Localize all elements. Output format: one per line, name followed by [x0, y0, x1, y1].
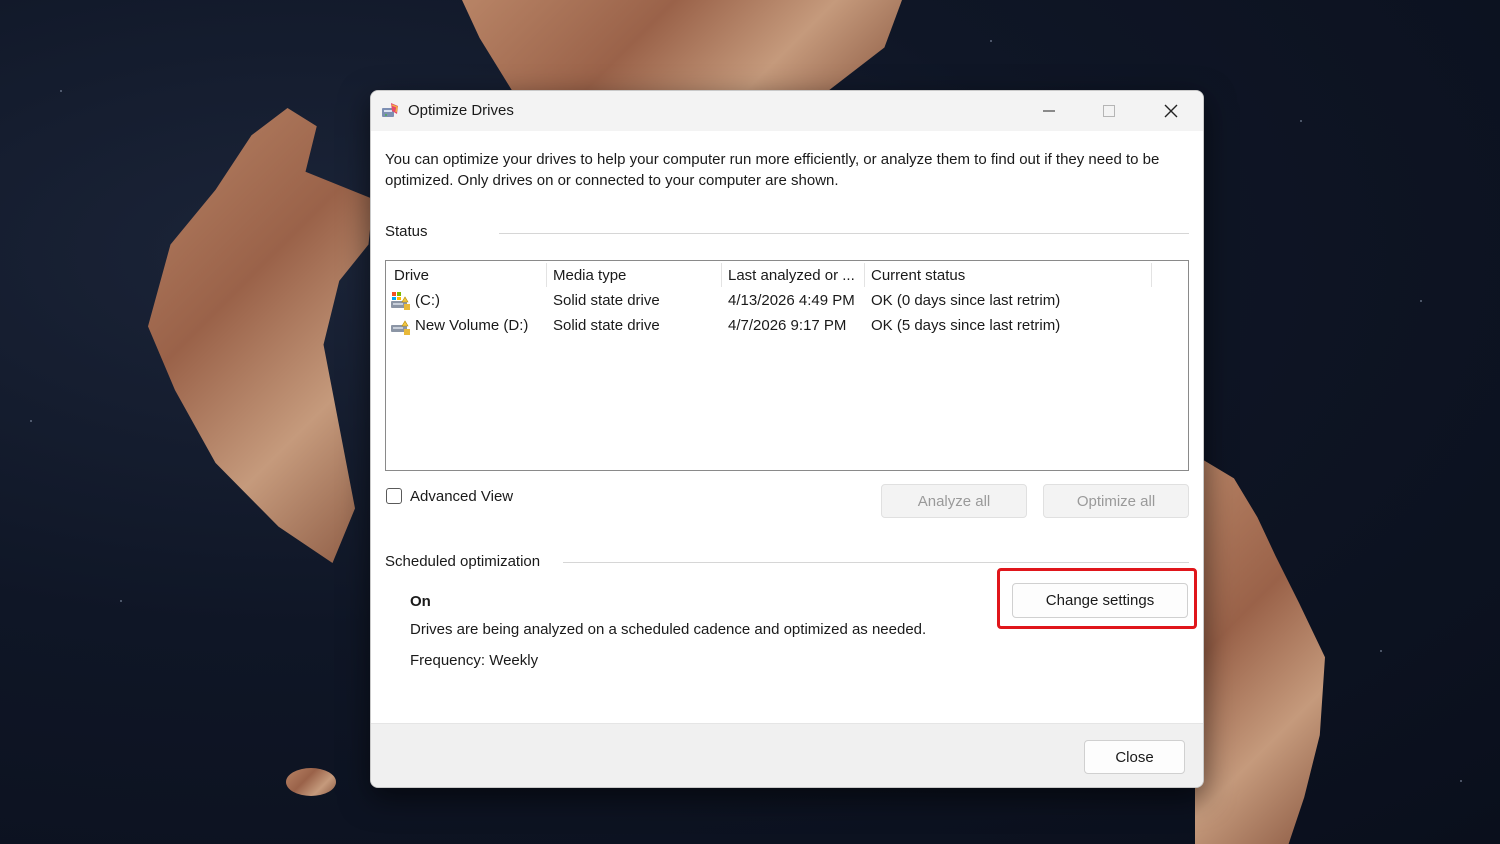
advanced-view-checkbox[interactable]: [386, 488, 402, 504]
status-group-label: Status: [385, 223, 428, 240]
close-window-button[interactable]: [1141, 91, 1201, 131]
optimize-drives-app-icon: [382, 103, 398, 117]
island-image: [286, 768, 336, 796]
island-image: [462, 0, 902, 95]
drive-row[interactable]: New Volume (D:) Solid state drive 4/7/20…: [386, 314, 1186, 339]
drive-icon: [391, 320, 410, 335]
schedule-state: On: [410, 593, 431, 610]
close-icon: [1164, 104, 1178, 118]
drives-list-header: Drive Media type Last analyzed or ... Cu…: [386, 261, 1186, 289]
status-divider: [499, 233, 1189, 234]
scheduled-optimization-label: Scheduled optimization: [385, 553, 541, 570]
scheduled-divider: [563, 562, 1189, 563]
schedule-frequency: Frequency: Weekly: [410, 652, 539, 669]
island-image: [148, 108, 373, 563]
column-separator[interactable]: [546, 263, 547, 287]
optimize-drives-window: Optimize Drives You can optimize your dr…: [370, 90, 1204, 788]
column-header-media-type[interactable]: Media type: [553, 267, 626, 284]
drive-name: New Volume (D:): [415, 317, 529, 334]
current-status: OK (5 days since last retrim): [871, 317, 1061, 334]
maximize-button[interactable]: [1079, 91, 1139, 131]
close-button[interactable]: Close: [1084, 740, 1185, 774]
advanced-view-label[interactable]: Advanced View: [410, 488, 513, 505]
last-analyzed: 4/13/2026 4:49 PM: [728, 292, 855, 309]
optimize-all-button[interactable]: Optimize all: [1043, 484, 1189, 518]
window-title: Optimize Drives: [408, 102, 514, 119]
drives-list[interactable]: Drive Media type Last analyzed or ... Cu…: [385, 260, 1189, 471]
drive-row[interactable]: (C:) Solid state drive 4/13/2026 4:49 PM…: [386, 289, 1186, 314]
column-separator[interactable]: [864, 263, 865, 287]
drive-name: (C:): [415, 292, 440, 309]
minimize-icon: [1043, 110, 1055, 112]
description-text: You can optimize your drives to help you…: [385, 151, 1160, 189]
dialog-footer: Close: [371, 723, 1203, 787]
change-settings-button[interactable]: Change settings: [1012, 583, 1188, 618]
minimize-button[interactable]: [1019, 91, 1079, 131]
column-header-current-status[interactable]: Current status: [871, 267, 965, 284]
column-separator[interactable]: [1151, 263, 1152, 287]
island-image: [1195, 455, 1325, 844]
title-bar[interactable]: Optimize Drives: [371, 91, 1203, 131]
maximize-icon: [1103, 105, 1115, 117]
column-header-drive[interactable]: Drive: [394, 267, 429, 284]
column-separator[interactable]: [721, 263, 722, 287]
system-drive-icon: [391, 292, 410, 310]
column-header-last-analyzed[interactable]: Last analyzed or ...: [728, 267, 855, 284]
media-type: Solid state drive: [553, 292, 660, 309]
last-analyzed: 4/7/2026 9:17 PM: [728, 317, 847, 334]
analyze-all-button[interactable]: Analyze all: [881, 484, 1027, 518]
media-type: Solid state drive: [553, 317, 660, 334]
schedule-description: Drives are being analyzed on a scheduled…: [410, 621, 927, 638]
current-status: OK (0 days since last retrim): [871, 292, 1061, 309]
